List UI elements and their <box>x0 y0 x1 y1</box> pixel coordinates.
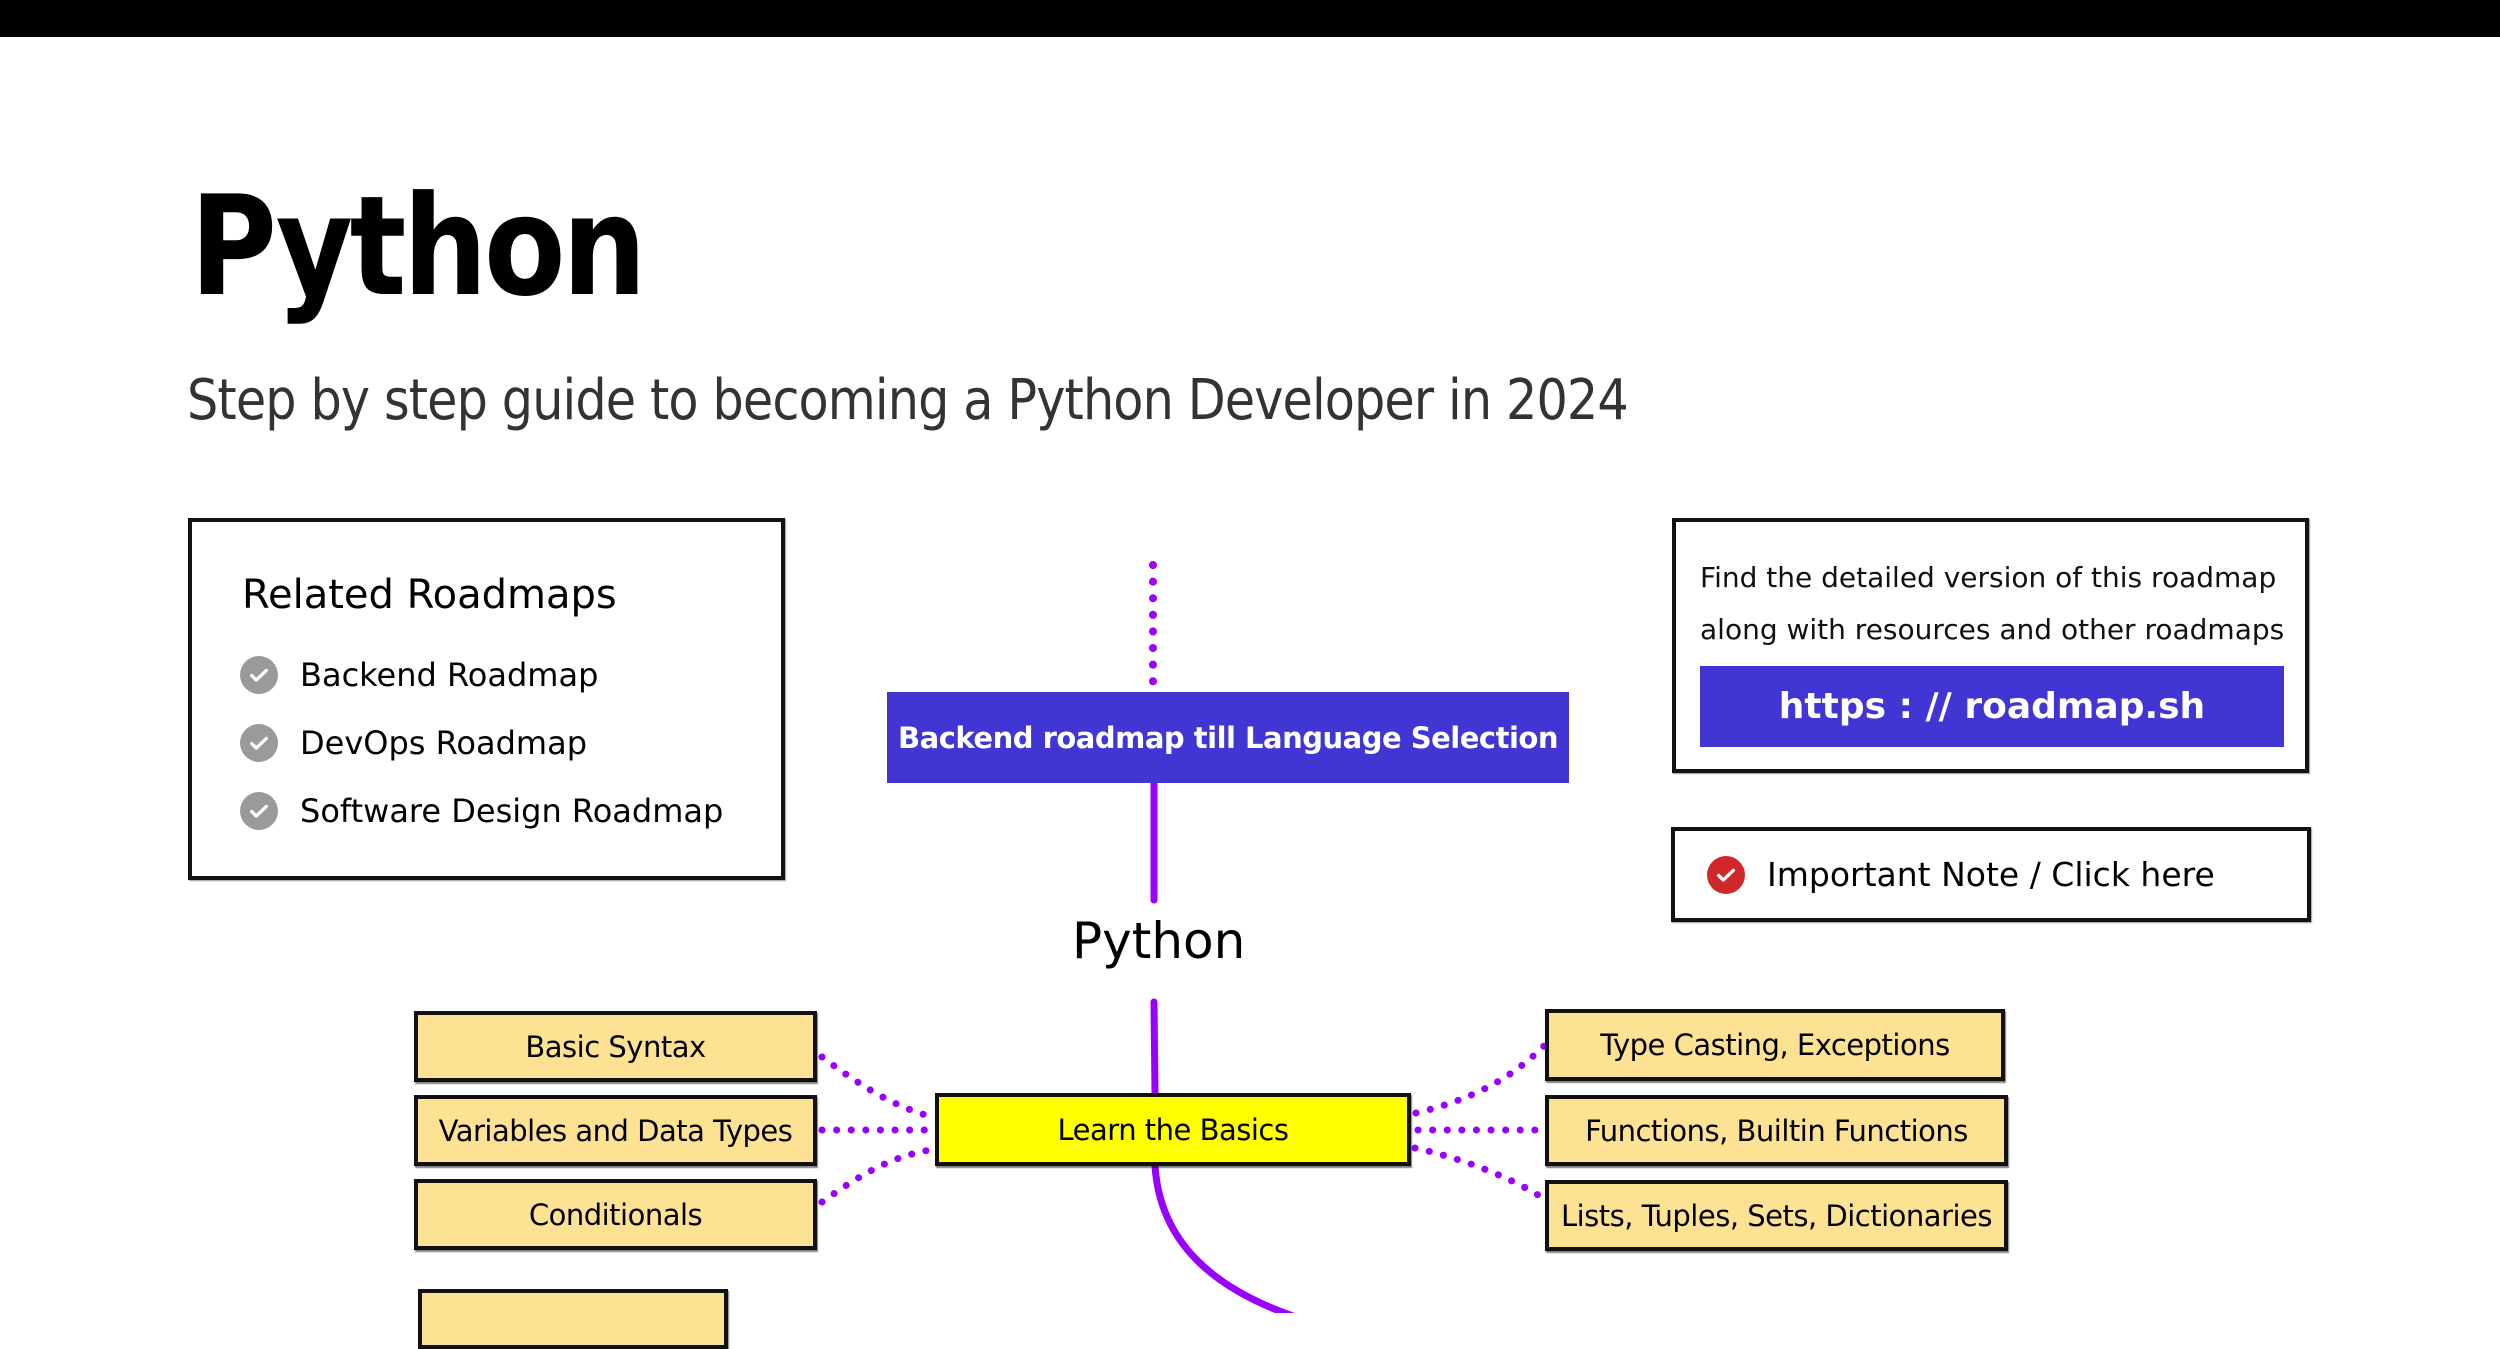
page-title: Python <box>190 166 647 327</box>
check-circle-icon <box>240 656 278 694</box>
topic-conditionals[interactable]: Conditionals <box>414 1179 817 1250</box>
topic-basic-syntax[interactable]: Basic Syntax <box>414 1011 817 1082</box>
connector-right-1 <box>1412 1041 1549 1117</box>
related-roadmap-label: Backend Roadmap <box>300 656 599 694</box>
related-roadmap-label: Software Design Roadmap <box>300 792 724 830</box>
detailed-version-line-1: Find the detailed version of this roadma… <box>1700 561 2277 594</box>
check-circle-icon <box>1707 855 1745 894</box>
related-roadmaps-card: Related Roadmaps Backend Roadmap DevOps … <box>188 518 785 880</box>
important-note-label: Important Note / Click here <box>1767 855 2215 894</box>
related-roadmap-software-design[interactable]: Software Design Roadmap <box>240 792 723 830</box>
related-roadmaps-list: Backend Roadmap DevOps Roadmap Software … <box>240 656 723 860</box>
related-roadmap-devops[interactable]: DevOps Roadmap <box>240 724 723 762</box>
learn-the-basics-node[interactable]: Learn the Basics <box>935 1093 1411 1166</box>
important-note-button[interactable]: Important Note / Click here <box>1671 827 2311 922</box>
python-section-label: Python <box>1072 912 1246 970</box>
roadmap-sh-link-button[interactable]: https : // roadmap.sh <box>1700 666 2284 747</box>
backend-roadmap-node[interactable]: Backend roadmap till Language Selection <box>887 692 1569 783</box>
topic-lists-tuples-sets-dicts[interactable]: Lists, Tuples, Sets, Dictionaries <box>1545 1180 2008 1251</box>
connector-python-to-basics <box>1150 998 1159 1097</box>
connector-right-3 <box>1411 1144 1542 1199</box>
top-bar <box>0 0 2500 37</box>
page-subtitle: Step by step guide to becoming a Python … <box>187 368 1629 433</box>
topic-type-casting-exceptions[interactable]: Type Casting, Exceptions <box>1545 1009 2005 1081</box>
detailed-version-card: Find the detailed version of this roadma… <box>1672 518 2309 773</box>
topic-functions-builtin[interactable]: Functions, Builtin Functions <box>1545 1095 2008 1166</box>
check-circle-icon <box>240 724 278 762</box>
topic-partial-node[interactable] <box>418 1289 728 1349</box>
related-roadmaps-heading: Related Roadmaps <box>242 572 617 618</box>
related-roadmap-backend[interactable]: Backend Roadmap <box>240 656 723 694</box>
topic-variables-data-types[interactable]: Variables and Data Types <box>414 1095 817 1166</box>
connector-left-3 <box>818 1146 934 1206</box>
connector-left-1 <box>818 1053 936 1121</box>
detailed-version-line-2: along with resources and other roadmaps <box>1700 613 2285 646</box>
connector-basics-down <box>1151 1162 1296 1313</box>
related-roadmap-label: DevOps Roadmap <box>300 724 587 762</box>
detailed-version-text: Find the detailed version of this roadma… <box>1700 552 2300 656</box>
check-circle-icon <box>240 792 278 830</box>
